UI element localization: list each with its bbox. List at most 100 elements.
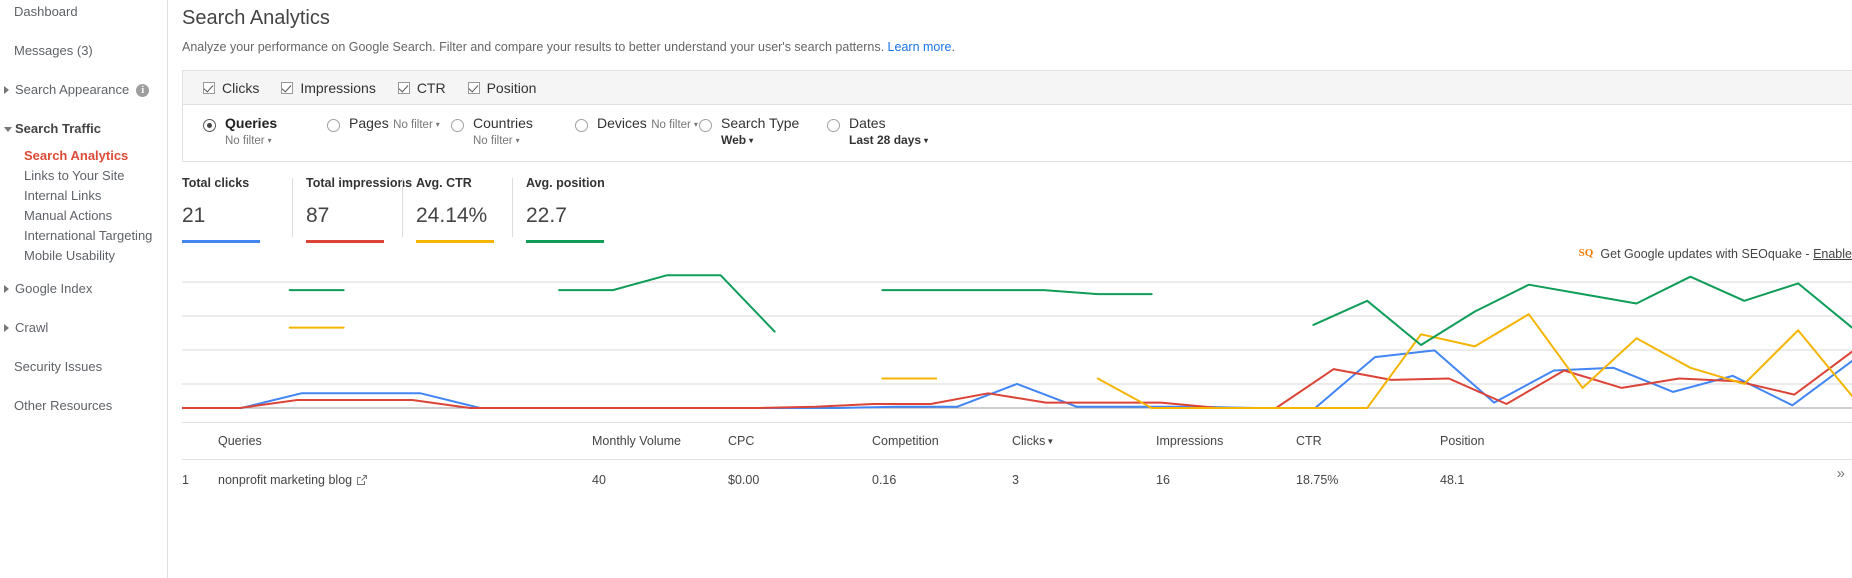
chevron-down-icon: ▾ — [435, 120, 440, 129]
col-index — [182, 423, 218, 460]
checkbox-position[interactable]: Position — [467, 80, 536, 96]
col-cpc[interactable]: CPC — [728, 423, 872, 460]
sidebar-item-mobile-usability[interactable]: Mobile Usability — [0, 246, 167, 266]
dimension-filter[interactable]: Web ▾ — [721, 133, 753, 147]
col-clicks[interactable]: Clicks▼ — [1012, 423, 1156, 460]
total-accent-bar — [306, 240, 384, 243]
dimension-filter[interactable]: No filter ▾ — [473, 135, 520, 147]
dimension-queries[interactable]: Queries No filter ▾ — [203, 116, 327, 148]
sidebar-item-dashboard[interactable]: Dashboard — [0, 2, 167, 22]
cell-clicks: 3 — [1012, 473, 1019, 487]
col-competition[interactable]: Competition — [872, 423, 1012, 460]
checkbox-clicks[interactable]: Clicks — [203, 80, 259, 96]
chevron-down-icon: ▾ — [515, 136, 520, 145]
sidebar-item-label: Other Resources — [14, 398, 113, 413]
checkbox-ctr[interactable]: CTR — [397, 79, 446, 96]
radio-selected-icon[interactable] — [203, 119, 216, 132]
col-position[interactable]: Position — [1440, 423, 1852, 460]
total-accent-bar — [182, 240, 260, 243]
dimension-label: Dates — [849, 115, 886, 131]
sidebar-item-messages[interactable]: Messages (3) — [0, 41, 167, 61]
divider — [292, 178, 293, 237]
radio-icon[interactable] — [575, 119, 588, 132]
page-description-text: Analyze your performance on Google Searc… — [182, 40, 885, 54]
sidebar-item-other-resources[interactable]: Other Resources — [0, 396, 167, 416]
sidebar-item-label: Crawl — [15, 320, 49, 335]
seoquake-enable-link[interactable]: Enable — [1813, 247, 1852, 261]
radio-icon[interactable] — [827, 119, 840, 132]
sidebar-item-international-targeting[interactable]: International Targeting — [0, 226, 167, 246]
checkbox-impressions[interactable]: Impressions — [281, 79, 376, 96]
seoquake-notification: SQ Get Google updates with SEOquake - En… — [1578, 246, 1852, 261]
total-card-impressions: Total impressions 87 — [292, 176, 412, 243]
sidebar-item-label: Mobile Usability — [24, 248, 116, 263]
checkbox-label: Impressions — [300, 79, 376, 96]
checkbox-checked-icon — [397, 81, 410, 94]
sidebar-item-label: International Targeting — [24, 228, 153, 243]
cell-index: 1 — [182, 473, 189, 487]
dimension-label: Devices — [597, 115, 647, 131]
sidebar-item-manual-actions[interactable]: Manual Actions — [0, 206, 167, 226]
table-header-row: Queries Monthly Volume CPC Competition C… — [182, 423, 1852, 460]
chevron-right-icon — [3, 284, 13, 294]
checkbox-checked-icon — [203, 81, 215, 94]
divider — [402, 178, 403, 237]
sidebar-item-crawl[interactable]: Crawl — [0, 318, 167, 338]
radio-icon[interactable] — [699, 119, 712, 132]
queries-table: Queries Monthly Volume CPC Competition C… — [182, 423, 1852, 500]
cell-position: 48.1 — [1440, 473, 1465, 487]
col-queries[interactable]: Queries — [218, 423, 592, 460]
dimension-filter[interactable]: No filter ▾ — [225, 135, 272, 147]
info-icon[interactable]: i — [136, 83, 150, 97]
dimension-dates[interactable]: Dates Last 28 days ▾ — [827, 116, 955, 148]
dimension-filter-label: Web — [721, 133, 747, 147]
checkbox-label: CTR — [416, 79, 446, 96]
dimension-label: Search Type — [721, 115, 800, 131]
dimension-filter[interactable]: No filter ▾ — [393, 119, 440, 131]
learn-more-link[interactable]: Learn more — [888, 40, 952, 54]
total-value: 87 — [306, 204, 330, 227]
dimension-filter-label: No filter — [225, 135, 265, 147]
sidebar-item-security-issues[interactable]: Security Issues — [0, 357, 167, 377]
table-row[interactable]: 1 nonprofit marketing blog 40 $0.00 0.16… — [182, 460, 1852, 501]
chevron-down-icon — [3, 125, 13, 133]
filter-panel: Clicks Impressions CTR Position Queries … — [182, 70, 1852, 162]
dimension-filter-label: No filter — [473, 135, 513, 147]
dimension-search-type[interactable]: Search Type Web ▾ — [699, 116, 827, 148]
sidebar-item-search-appearance[interactable]: Search Appearance i — [0, 80, 167, 100]
cell-monthly-volume: 40 — [592, 473, 606, 487]
total-label: Total clicks — [182, 176, 250, 190]
chevron-right-icon — [3, 323, 13, 333]
sidebar-item-label: Security Issues — [14, 359, 103, 374]
checkbox-label: Clicks — [222, 79, 260, 96]
radio-icon[interactable] — [327, 119, 340, 132]
search-analytics-chart — [182, 268, 1852, 414]
col-monthly-volume[interactable]: Monthly Volume — [592, 423, 728, 460]
total-value: 21 — [182, 204, 206, 227]
sidebar-item-search-analytics[interactable]: Search Analytics — [0, 146, 167, 166]
cell-query[interactable]: nonprofit marketing blog — [218, 460, 592, 501]
main-content: Search Analytics Analyze your performanc… — [168, 0, 1852, 578]
sidebar-subnav-search-traffic: Search Analytics Links to Your Site Inte… — [0, 146, 167, 266]
sidebar-item-search-traffic[interactable]: Search Traffic — [0, 119, 167, 139]
dimension-countries[interactable]: Countries No filter ▾ — [451, 116, 575, 148]
dimension-filter[interactable]: Last 28 days ▾ — [849, 133, 928, 147]
cell-query-text: nonprofit marketing blog — [218, 473, 353, 487]
external-link-icon[interactable] — [357, 474, 368, 488]
cell-cpc: $0.00 — [728, 473, 760, 487]
total-label: Avg. CTR — [416, 176, 472, 190]
radio-icon[interactable] — [451, 119, 464, 132]
dimension-devices[interactable]: Devices No filter ▾ — [575, 116, 699, 132]
sidebar-item-label: Search Traffic — [15, 121, 101, 136]
sidebar-item-google-index[interactable]: Google Index — [0, 279, 167, 299]
dimension-pages[interactable]: Pages No filter ▾ — [327, 116, 451, 132]
page-title: Search Analytics — [182, 7, 330, 29]
sidebar-item-links-to-your-site[interactable]: Links to Your Site — [0, 166, 167, 186]
dimension-filter[interactable]: No filter ▾ — [651, 119, 698, 131]
page-description: Analyze your performance on Google Searc… — [182, 40, 1852, 54]
col-ctr[interactable]: CTR — [1296, 423, 1440, 460]
col-impressions[interactable]: Impressions — [1156, 423, 1296, 460]
sidebar-item-internal-links[interactable]: Internal Links — [0, 186, 167, 206]
expand-row-icon[interactable]: » — [1837, 465, 1846, 482]
dimension-filter-label: Last 28 days — [849, 133, 922, 147]
